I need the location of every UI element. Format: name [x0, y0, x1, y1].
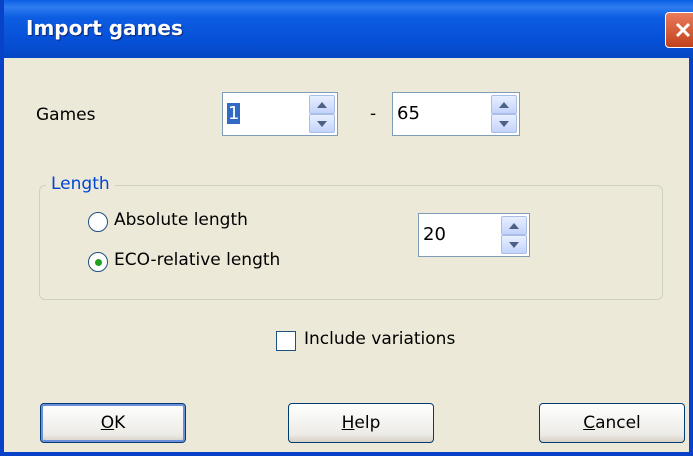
eco-relative-length-label[interactable]: ECO-relative length: [114, 250, 280, 270]
ok-mnemonic: O: [100, 413, 115, 433]
games-from-spinner[interactable]: 1: [222, 92, 338, 136]
help-label-rest: elp: [354, 413, 381, 433]
arrow-up-icon: [317, 101, 327, 108]
length-groupbox: [39, 185, 663, 300]
help-button[interactable]: Help: [288, 403, 434, 443]
length-down-button[interactable]: [501, 235, 527, 254]
ok-label-rest: K: [114, 413, 126, 433]
absolute-length-radio[interactable]: [88, 212, 108, 232]
title-bar[interactable]: Import games: [4, 0, 693, 58]
length-group-legend: Length: [46, 174, 115, 194]
games-label: Games: [36, 105, 96, 125]
length-up-button[interactable]: [501, 216, 527, 235]
length-value-spinner[interactable]: 20: [418, 213, 530, 257]
arrow-down-icon: [509, 241, 519, 248]
close-button[interactable]: [665, 12, 693, 48]
games-range-separator: -: [370, 104, 377, 124]
arrow-up-icon: [499, 101, 509, 108]
games-to-spinner[interactable]: 65: [392, 92, 520, 136]
arrow-up-icon: [509, 222, 519, 229]
games-to-down-button[interactable]: [491, 114, 517, 133]
eco-relative-length-radio[interactable]: [88, 252, 108, 272]
cancel-button[interactable]: Cancel: [539, 403, 685, 443]
cancel-mnemonic: C: [583, 413, 596, 433]
close-icon: [675, 22, 691, 38]
absolute-length-label[interactable]: Absolute length: [114, 210, 248, 230]
arrow-down-icon: [317, 120, 327, 127]
help-mnemonic: H: [341, 413, 355, 433]
games-from-value[interactable]: 1: [227, 103, 241, 124]
dialog-title: Import games: [26, 16, 183, 40]
import-games-dialog: Import games Games 1 - 65 Length Absolut…: [0, 0, 693, 456]
ok-button[interactable]: OK: [40, 403, 186, 443]
games-to-up-button[interactable]: [491, 95, 517, 114]
radio-selected-dot: [95, 259, 102, 266]
cancel-label-rest: ancel: [595, 413, 641, 433]
games-from-down-button[interactable]: [309, 114, 335, 133]
games-to-value[interactable]: 65: [397, 103, 420, 124]
include-variations-checkbox[interactable]: [276, 331, 296, 351]
arrow-down-icon: [499, 120, 509, 127]
length-value[interactable]: 20: [423, 224, 446, 245]
include-variations-label[interactable]: Include variations: [304, 329, 455, 349]
games-from-up-button[interactable]: [309, 95, 335, 114]
